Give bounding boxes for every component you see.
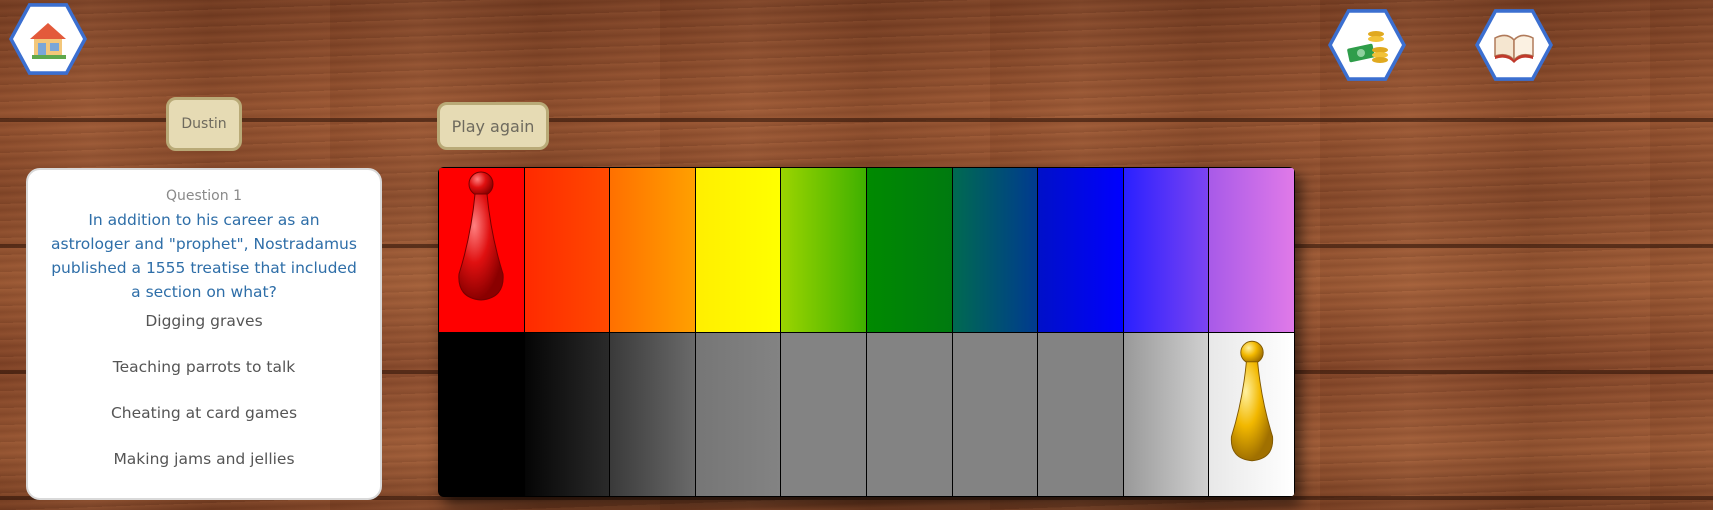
money-coins-icon bbox=[1347, 31, 1388, 63]
game-board bbox=[438, 167, 1295, 497]
question-number: Question 1 bbox=[166, 188, 242, 204]
board-cell-r1-c7 bbox=[1038, 332, 1123, 496]
player-name: Dustin bbox=[181, 116, 227, 132]
house-icon bbox=[30, 23, 66, 59]
red-pawn-icon bbox=[458, 171, 504, 301]
board-cell-r0-c6 bbox=[952, 168, 1038, 332]
question-card: Question 1 In addition to his career as … bbox=[26, 168, 382, 500]
play-again-label: Play again bbox=[451, 116, 535, 136]
open-book-icon bbox=[1494, 34, 1534, 63]
board-cell-r0-c2 bbox=[610, 168, 695, 332]
board-cell-r1-c5 bbox=[866, 332, 952, 496]
yellow-pawn-icon bbox=[1230, 340, 1273, 461]
board-cell-r0-c0 bbox=[439, 168, 524, 332]
board-cell-r1-c1 bbox=[524, 332, 610, 496]
board-cell-r1-c4 bbox=[781, 332, 866, 496]
home-button[interactable] bbox=[9, 3, 87, 75]
play-again-button[interactable]: Play again bbox=[437, 102, 549, 150]
board-cell-r0-c9 bbox=[1209, 168, 1294, 332]
board-cell-r0-c4 bbox=[781, 168, 866, 332]
rules-book-button[interactable] bbox=[1475, 9, 1553, 81]
player-name-badge: Dustin bbox=[166, 97, 242, 151]
question-text: In addition to his career as an astrolog… bbox=[51, 211, 357, 301]
board-cell-r0-c8 bbox=[1123, 168, 1209, 332]
money-button[interactable] bbox=[1328, 9, 1406, 81]
answer-option[interactable]: Teaching parrots to talk bbox=[28, 356, 380, 402]
board-cell-r1-c0 bbox=[439, 332, 524, 496]
board-cell-r0-c1 bbox=[524, 168, 610, 332]
board-cell-r1-c6 bbox=[952, 332, 1038, 496]
answer-option[interactable]: Digging graves bbox=[28, 310, 380, 356]
board-cell-r0-c3 bbox=[695, 168, 781, 332]
board-cell-r1-c8 bbox=[1123, 332, 1209, 496]
board-cell-r0-c5 bbox=[866, 168, 952, 332]
answer-option[interactable]: Making jams and jellies bbox=[28, 448, 380, 494]
board-cell-r1-c9 bbox=[1209, 332, 1294, 496]
board-cell-r0-c7 bbox=[1038, 168, 1123, 332]
board-cell-r1-c2 bbox=[610, 332, 695, 496]
board-cell-r1-c3 bbox=[695, 332, 781, 496]
answer-option[interactable]: Cheating at card games bbox=[28, 402, 380, 448]
